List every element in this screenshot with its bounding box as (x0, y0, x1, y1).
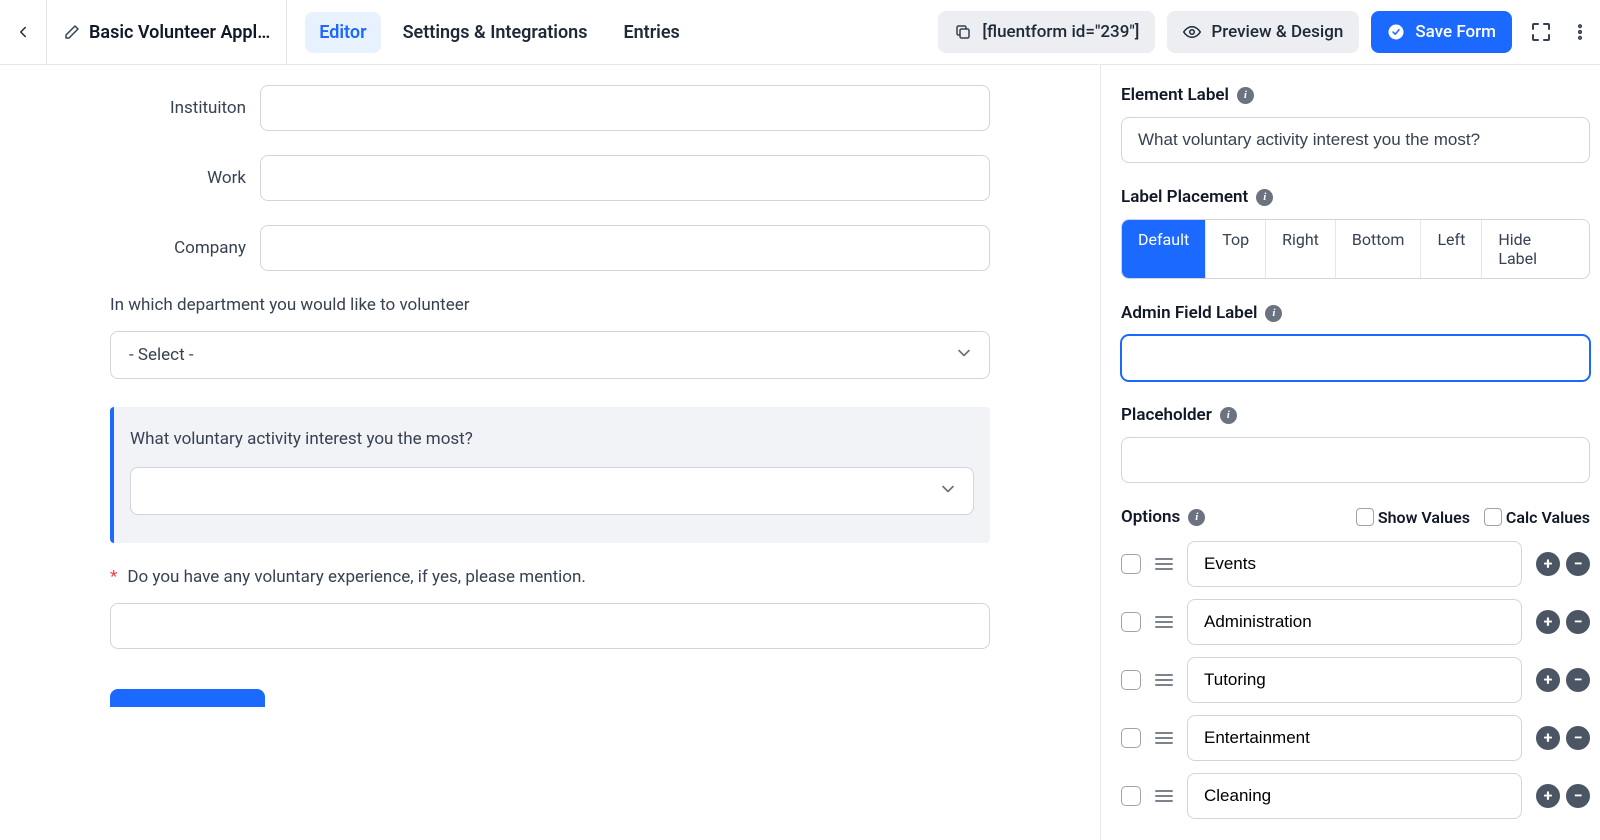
option-remove-button[interactable]: − (1566, 610, 1590, 634)
field-work-input[interactable] (260, 155, 990, 201)
option-add-button[interactable]: + (1536, 726, 1560, 750)
shortcode-text: [fluentform id="239"] (982, 22, 1139, 42)
show-values-toggle[interactable]: Show Values (1356, 508, 1470, 527)
option-row: +− (1121, 599, 1590, 645)
element-label-input[interactable] (1121, 117, 1590, 163)
field-company[interactable]: Company (110, 225, 990, 271)
drag-handle-icon[interactable] (1155, 616, 1173, 628)
field-department[interactable]: In which department you would like to vo… (110, 295, 990, 379)
placeholder-title: Placeholder i (1121, 405, 1590, 425)
info-icon[interactable]: i (1220, 407, 1237, 424)
info-icon[interactable]: i (1265, 305, 1282, 322)
option-value-input[interactable] (1187, 541, 1522, 587)
option-value-input[interactable] (1187, 773, 1522, 819)
label-placement-left[interactable]: Left (1420, 220, 1481, 278)
tab-entries[interactable]: Entries (609, 12, 693, 53)
admin-label-input[interactable] (1121, 335, 1590, 381)
back-button[interactable] (0, 0, 47, 64)
more-vertical-icon (1570, 22, 1590, 42)
label-placement-segmented: DefaultTopRightBottomLeftHide Label (1121, 219, 1590, 279)
fullscreen-icon (1529, 20, 1553, 44)
field-work[interactable]: Work (110, 155, 990, 201)
settings-sidebar: Element Label i Label Placement i Defaul… (1100, 65, 1600, 840)
field-activity-label: What voluntary activity interest you the… (130, 429, 974, 449)
pencil-icon (63, 23, 81, 41)
field-company-input[interactable] (260, 225, 990, 271)
form-canvas[interactable]: Instituiton Work Company In which depart… (0, 65, 1100, 840)
option-remove-button[interactable]: − (1566, 726, 1590, 750)
field-department-label: In which department you would like to vo… (110, 295, 990, 315)
option-default-checkbox[interactable] (1121, 554, 1141, 574)
tab-settings[interactable]: Settings & Integrations (389, 12, 602, 53)
submit-button-partial[interactable] (110, 689, 265, 707)
info-icon[interactable]: i (1256, 189, 1273, 206)
preview-label: Preview & Design (1211, 22, 1343, 42)
option-row: +− (1121, 541, 1590, 587)
field-activity-selected[interactable]: What voluntary activity interest you the… (110, 407, 990, 543)
preview-button[interactable]: Preview & Design (1167, 11, 1359, 53)
field-institution[interactable]: Instituiton (110, 85, 990, 131)
option-add-button[interactable]: + (1536, 784, 1560, 808)
option-add-button[interactable]: + (1536, 552, 1560, 576)
info-icon[interactable]: i (1237, 87, 1254, 104)
field-institution-input[interactable] (260, 85, 990, 131)
option-value-input[interactable] (1187, 657, 1522, 703)
option-row: +− (1121, 715, 1590, 761)
label-placement-title: Label Placement i (1121, 187, 1590, 207)
option-remove-button[interactable]: − (1566, 668, 1590, 692)
option-default-checkbox[interactable] (1121, 670, 1141, 690)
info-icon[interactable]: i (1188, 509, 1205, 526)
shortcode-button[interactable]: [fluentform id="239"] (938, 11, 1155, 53)
option-row: +− (1121, 773, 1590, 819)
option-value-input[interactable] (1187, 715, 1522, 761)
field-department-select[interactable]: - Select - (110, 331, 990, 379)
option-remove-button[interactable]: − (1566, 552, 1590, 576)
field-work-label: Work (110, 168, 260, 188)
option-add-button[interactable]: + (1536, 610, 1560, 634)
copy-icon (954, 23, 972, 41)
label-placement-top[interactable]: Top (1205, 220, 1265, 278)
drag-handle-icon[interactable] (1155, 674, 1173, 686)
field-experience-label: *Do you have any voluntary experience, i… (110, 567, 990, 587)
field-company-label: Company (110, 238, 260, 258)
save-label: Save Form (1415, 22, 1496, 42)
element-label-title: Element Label i (1121, 85, 1590, 105)
option-remove-button[interactable]: − (1566, 784, 1590, 808)
option-default-checkbox[interactable] (1121, 728, 1141, 748)
check-circle-icon (1387, 23, 1405, 41)
field-experience-input[interactable] (110, 603, 990, 649)
label-placement-default[interactable]: Default (1122, 220, 1205, 278)
option-default-checkbox[interactable] (1121, 786, 1141, 806)
drag-handle-icon[interactable] (1155, 558, 1173, 570)
form-title[interactable]: Basic Volunteer Appl… (47, 0, 287, 64)
more-menu-button[interactable] (1570, 15, 1590, 49)
fullscreen-button[interactable] (1524, 15, 1558, 49)
tab-editor[interactable]: Editor (305, 12, 380, 53)
options-title: Options i (1121, 507, 1205, 527)
option-value-input[interactable] (1187, 599, 1522, 645)
option-default-checkbox[interactable] (1121, 612, 1141, 632)
label-placement-hide-label[interactable]: Hide Label (1481, 220, 1589, 278)
drag-handle-icon[interactable] (1155, 732, 1173, 744)
label-placement-bottom[interactable]: Bottom (1335, 220, 1421, 278)
option-row: +− (1121, 657, 1590, 703)
field-experience[interactable]: *Do you have any voluntary experience, i… (110, 567, 990, 649)
label-placement-right[interactable]: Right (1265, 220, 1335, 278)
form-title-text: Basic Volunteer Appl… (89, 22, 270, 43)
eye-icon (1183, 23, 1201, 41)
option-add-button[interactable]: + (1536, 668, 1560, 692)
save-button[interactable]: Save Form (1371, 11, 1512, 53)
placeholder-input[interactable] (1121, 437, 1590, 483)
drag-handle-icon[interactable] (1155, 790, 1173, 802)
field-institution-label: Instituiton (110, 98, 260, 118)
calc-values-toggle[interactable]: Calc Values (1484, 508, 1590, 527)
field-activity-select[interactable] (130, 467, 974, 515)
admin-label-title: Admin Field Label i (1121, 303, 1590, 323)
